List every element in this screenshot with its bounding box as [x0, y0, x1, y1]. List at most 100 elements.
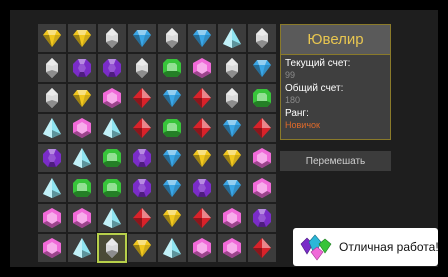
board-cell[interactable]	[68, 204, 96, 232]
board-cell[interactable]	[128, 144, 156, 172]
board-cell[interactable]	[68, 234, 96, 262]
board-cell[interactable]	[248, 234, 276, 262]
board-cell[interactable]	[38, 54, 66, 82]
board-cell[interactable]	[38, 144, 66, 172]
board-cell[interactable]	[218, 234, 246, 262]
board-cell[interactable]	[188, 204, 216, 232]
score-panel: Ювелир Текущий счет: 99 Общий счет: 180 …	[280, 24, 391, 140]
yellow-gem-icon	[193, 150, 211, 167]
blue-gem-icon	[223, 120, 241, 137]
board-cell[interactable]	[128, 84, 156, 112]
board-cell[interactable]	[248, 114, 276, 142]
board-cell[interactable]	[248, 54, 276, 82]
pink-gem-icon	[253, 148, 271, 168]
board-cell[interactable]	[128, 234, 156, 262]
board-cell[interactable]	[248, 84, 276, 112]
board-cell[interactable]	[68, 24, 96, 52]
cyan-gem-icon	[73, 148, 91, 168]
board-cell[interactable]	[98, 84, 126, 112]
game-board[interactable]	[38, 24, 278, 264]
board-cell[interactable]	[68, 114, 96, 142]
red-gem-icon	[193, 118, 211, 138]
green-gem-icon	[103, 179, 121, 197]
pink-gem-icon	[253, 178, 271, 198]
board-cell[interactable]	[248, 144, 276, 172]
board-cell[interactable]	[218, 84, 246, 112]
board-cell[interactable]	[97, 233, 127, 263]
board-cell[interactable]	[98, 204, 126, 232]
board-cell[interactable]	[248, 174, 276, 202]
purple-gem-icon	[193, 179, 211, 197]
board-cell[interactable]	[128, 54, 156, 82]
board-cell[interactable]	[158, 204, 186, 232]
board-cell[interactable]	[218, 174, 246, 202]
board-cell[interactable]	[128, 204, 156, 232]
board-cell[interactable]	[248, 204, 276, 232]
cyan-gem-icon	[163, 238, 181, 258]
board-cell[interactable]	[218, 24, 246, 52]
board-cell[interactable]	[38, 24, 66, 52]
red-gem-icon	[133, 118, 151, 138]
board-cell[interactable]	[158, 54, 186, 82]
total-score-label: Общий счет:	[285, 83, 344, 94]
board-cell[interactable]	[188, 84, 216, 112]
purple-gem-icon	[73, 59, 91, 77]
cyan-gem-icon	[103, 118, 121, 138]
board-cell[interactable]	[188, 114, 216, 142]
app-window: Ювелир Текущий счет: 99 Общий счет: 180 …	[0, 0, 448, 277]
board-cell[interactable]	[158, 84, 186, 112]
board-cell[interactable]	[218, 204, 246, 232]
board-cell[interactable]	[188, 234, 216, 262]
board-cell[interactable]	[158, 234, 186, 262]
board-cell[interactable]	[68, 84, 96, 112]
red-gem-icon	[253, 118, 271, 138]
green-gem-icon	[103, 149, 121, 167]
pink-gem-icon	[103, 88, 121, 108]
board-cell[interactable]	[98, 174, 126, 202]
board-cell[interactable]	[128, 114, 156, 142]
total-score-value: 180	[285, 95, 301, 105]
board-cell[interactable]	[188, 54, 216, 82]
board-cell[interactable]	[98, 114, 126, 142]
board-cell[interactable]	[38, 234, 66, 262]
red-gem-icon	[133, 208, 151, 228]
pink-gem-icon	[193, 238, 211, 258]
board-cell[interactable]	[218, 114, 246, 142]
toast-notification: Отличная работа!	[293, 228, 439, 266]
white-gem-icon	[256, 28, 268, 48]
toast-message: Отличная работа!	[339, 240, 439, 254]
board-cell[interactable]	[38, 174, 66, 202]
board-cell[interactable]	[248, 24, 276, 52]
board-cell[interactable]	[128, 24, 156, 52]
gems-icon	[297, 232, 333, 262]
pink-gem-icon	[43, 238, 61, 258]
board-cell[interactable]	[98, 24, 126, 52]
purple-gem-icon	[43, 149, 61, 167]
current-score-value: 99	[285, 70, 296, 80]
white-gem-icon	[106, 28, 118, 48]
board-cell[interactable]	[38, 114, 66, 142]
board-cell[interactable]	[98, 144, 126, 172]
board-cell[interactable]	[38, 84, 66, 112]
board-cell[interactable]	[68, 144, 96, 172]
green-gem-icon	[253, 89, 271, 107]
board-cell[interactable]	[158, 144, 186, 172]
shuffle-button[interactable]: Перемешать	[280, 151, 391, 171]
yellow-gem-icon	[133, 240, 151, 257]
board-cell[interactable]	[188, 144, 216, 172]
board-cell[interactable]	[128, 174, 156, 202]
board-cell[interactable]	[218, 144, 246, 172]
board-cell[interactable]	[98, 54, 126, 82]
board-cell[interactable]	[68, 174, 96, 202]
board-cell[interactable]	[38, 204, 66, 232]
board-cell[interactable]	[68, 54, 96, 82]
board-cell[interactable]	[188, 24, 216, 52]
board-cell[interactable]	[158, 24, 186, 52]
board-cell[interactable]	[188, 174, 216, 202]
board-cell[interactable]	[218, 54, 246, 82]
red-gem-icon	[253, 238, 271, 258]
board-cell[interactable]	[158, 174, 186, 202]
purple-gem-icon	[133, 179, 151, 197]
board-cell[interactable]	[158, 114, 186, 142]
pink-gem-icon	[223, 208, 241, 228]
